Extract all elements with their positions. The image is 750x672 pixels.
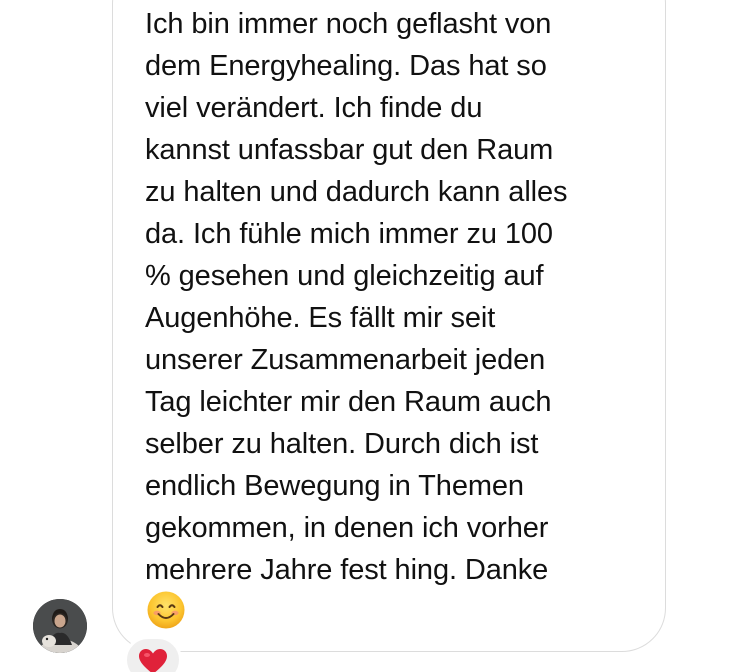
profile-photo-icon (33, 599, 87, 653)
message-line: da. Ich fühle mich immer zu 100 (145, 218, 553, 250)
message-text: Ich bin immer noch geflasht von dem Ener… (145, 3, 645, 591)
message-line: viel verändert. Ich finde du (145, 92, 483, 124)
avatar[interactable] (33, 599, 87, 653)
message-line: dem Energyhealing. Das hat so (145, 50, 547, 82)
smiling-face-emoji-icon (147, 591, 185, 629)
message-line: selber zu halten. Durch dich ist (145, 428, 539, 460)
message-line: Augenhöhe. Es fällt mir seit (145, 302, 496, 334)
message-line: zu halten und dadurch kann alles (145, 176, 568, 208)
message-line: Tag leichter mir den Raum auch (145, 386, 552, 418)
message-line: unserer Zusammenarbeit jeden (145, 344, 546, 376)
message-line: Ich bin immer noch geflasht von (145, 8, 552, 40)
reaction-badge[interactable] (124, 636, 182, 672)
chat-screen: Ich bin immer noch geflasht von dem Ener… (0, 0, 750, 672)
message-line: kannst unfassbar gut den Raum (145, 134, 554, 166)
message-line: gekommen, in denen ich vorher (145, 512, 549, 544)
message-line: endlich Bewegung in Themen (145, 470, 524, 502)
red-heart-icon (139, 649, 167, 672)
message-line: % gesehen und gleichzeitig auf (145, 260, 544, 292)
message-line: mehrere Jahre fest hing. Danke (145, 554, 549, 586)
